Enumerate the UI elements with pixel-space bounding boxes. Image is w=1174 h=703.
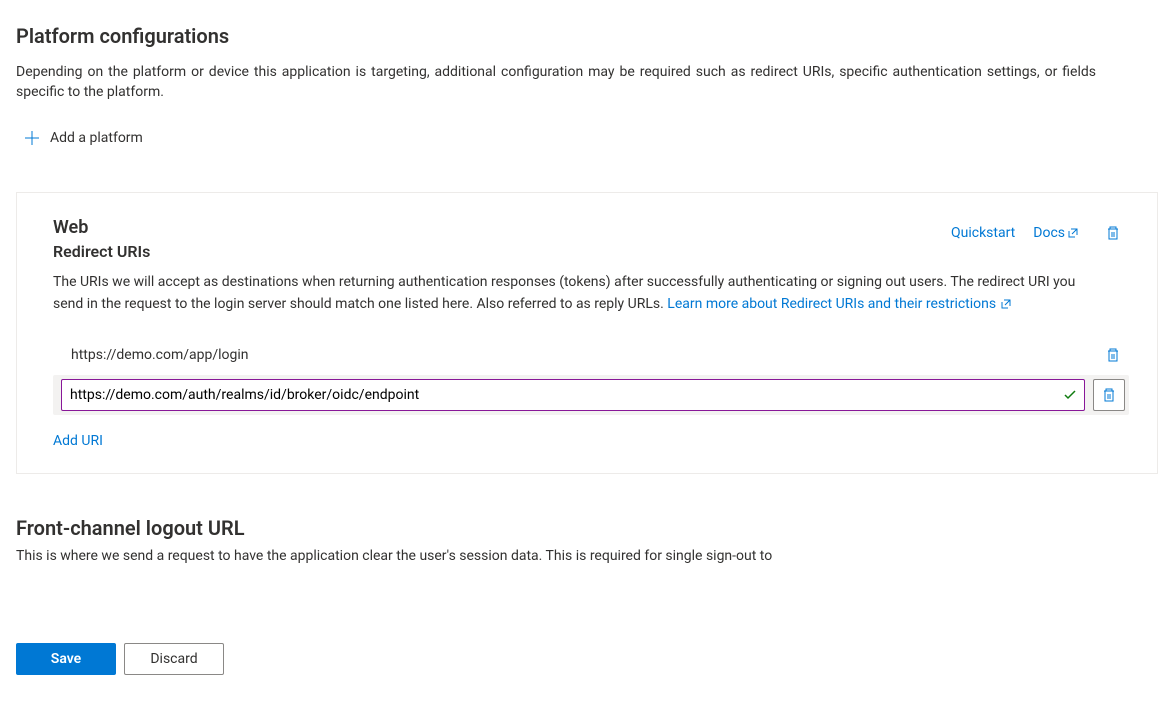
save-button[interactable]: Save	[16, 643, 116, 675]
redirect-uri-row-editing	[53, 375, 1129, 415]
add-platform-button[interactable]: Add a platform	[16, 124, 151, 152]
quickstart-link[interactable]: Quickstart	[951, 225, 1015, 241]
checkmark-icon	[1063, 388, 1077, 402]
logout-section-description: This is where we send a request to have …	[16, 548, 1158, 564]
redirect-uri-text[interactable]: https://demo.com/app/login	[61, 347, 1089, 363]
docs-label: Docs	[1033, 225, 1065, 241]
logout-section-title: Front-channel logout URL	[16, 516, 1158, 540]
redirect-uri-input[interactable]	[61, 379, 1085, 411]
page-title: Platform configurations	[16, 24, 1158, 48]
delete-uri-button[interactable]	[1093, 379, 1125, 411]
redirect-uri-description: The URIs we will accept as destinations …	[53, 271, 1108, 315]
delete-platform-button[interactable]	[1097, 217, 1129, 249]
external-link-icon	[1067, 227, 1079, 239]
delete-uri-button[interactable]	[1097, 339, 1129, 371]
learn-more-link[interactable]: Learn more about Redirect URIs and their…	[667, 293, 1012, 315]
footer-actions: Save Discard	[0, 631, 1174, 703]
add-uri-button[interactable]: Add URI	[53, 433, 103, 449]
panel-subtitle: Redirect URIs	[53, 242, 150, 261]
panel-title: Web	[53, 217, 150, 238]
page-description: Depending on the platform or device this…	[16, 62, 1096, 102]
discard-button[interactable]: Discard	[124, 643, 224, 675]
web-platform-panel: Web Redirect URIs Quickstart Docs The UR…	[16, 192, 1158, 474]
logout-url-section: Front-channel logout URL This is where w…	[16, 516, 1158, 564]
external-link-icon	[1000, 298, 1012, 310]
docs-link[interactable]: Docs	[1033, 225, 1079, 241]
add-platform-label: Add a platform	[50, 130, 143, 146]
plus-icon	[24, 130, 40, 146]
redirect-uri-row: https://demo.com/app/login	[53, 335, 1129, 375]
